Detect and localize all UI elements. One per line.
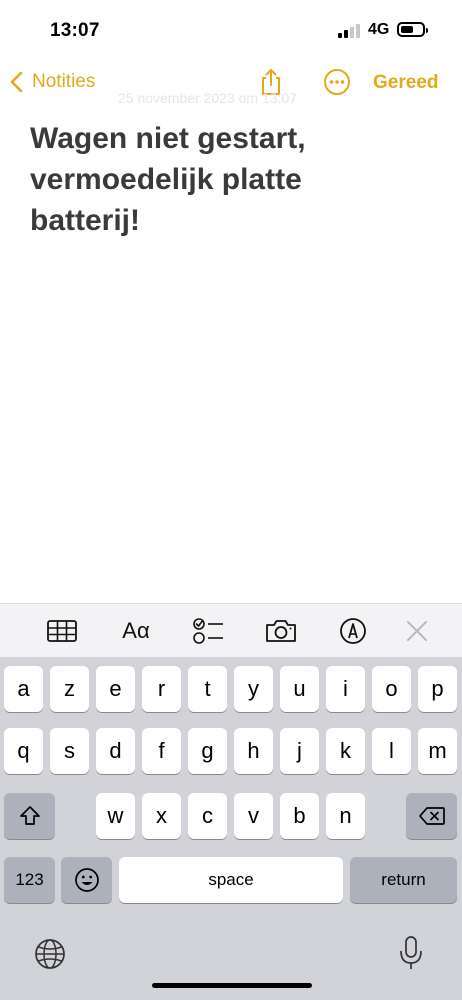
key-y[interactable]: y [234, 666, 273, 712]
key-j[interactable]: j [280, 728, 319, 774]
checklist-icon [193, 618, 223, 644]
key-v[interactable]: v [234, 793, 273, 839]
camera-icon [266, 620, 296, 642]
note-title-line: vermoedelijk platte [30, 163, 302, 196]
key-d[interactable]: d [96, 728, 135, 774]
delete-key[interactable] [406, 793, 457, 839]
signal-icon [338, 22, 360, 38]
key-n[interactable]: n [326, 793, 365, 839]
key-r[interactable]: r [142, 666, 181, 712]
markup-pen-icon [340, 618, 366, 644]
text-style-button[interactable]: Aα [118, 617, 154, 645]
back-label: Notities [32, 71, 96, 92]
home-indicator [152, 983, 312, 988]
table-button[interactable] [46, 617, 78, 645]
note-date: 25 november 2023 om 13:07 [118, 90, 298, 106]
key-p[interactable]: p [418, 666, 457, 712]
shift-key[interactable] [4, 793, 55, 839]
numbers-key[interactable]: 123 [4, 857, 55, 903]
space-key[interactable]: space [119, 857, 343, 903]
note-title[interactable]: Wagen niet gestart, vermoedelijk platte … [30, 118, 435, 241]
key-s[interactable]: s [50, 728, 89, 774]
close-toolbar-button[interactable] [404, 617, 430, 645]
emoji-key[interactable] [61, 857, 112, 903]
markup-button[interactable] [338, 617, 368, 645]
key-k[interactable]: k [326, 728, 365, 774]
camera-button[interactable] [264, 617, 298, 645]
more-button[interactable] [321, 66, 353, 98]
keyboard: a z e r t y u i o p q s d f g h j k l m … [0, 657, 462, 1000]
key-q[interactable]: q [4, 728, 43, 774]
note-title-line: Wagen niet gestart, [30, 122, 306, 155]
emoji-icon [74, 868, 99, 892]
globe-button[interactable] [34, 938, 66, 975]
key-o[interactable]: o [372, 666, 411, 712]
close-icon [407, 621, 427, 641]
key-t[interactable]: t [188, 666, 227, 712]
key-c[interactable]: c [188, 793, 227, 839]
key-z[interactable]: z [50, 666, 89, 712]
microphone-icon [400, 936, 422, 969]
ellipsis-circle-icon [324, 69, 350, 95]
back-button[interactable]: Notities [8, 68, 95, 96]
battery-icon [397, 22, 428, 37]
key-a[interactable]: a [4, 666, 43, 712]
shift-arrow-icon [19, 806, 40, 825]
key-h[interactable]: h [234, 728, 273, 774]
status-time: 13:07 [50, 20, 100, 41]
backspace-icon [418, 807, 445, 825]
dictation-button[interactable] [398, 935, 424, 976]
status-bar: 13:07 4G [0, 0, 462, 56]
key-l[interactable]: l [372, 728, 411, 774]
key-m[interactable]: m [418, 728, 457, 774]
key-x[interactable]: x [142, 793, 181, 839]
format-toolbar: Aα [0, 603, 462, 658]
key-w[interactable]: w [96, 793, 135, 839]
key-i[interactable]: i [326, 666, 365, 712]
key-g[interactable]: g [188, 728, 227, 774]
key-f[interactable]: f [142, 728, 181, 774]
key-b[interactable]: b [280, 793, 319, 839]
checklist-button[interactable] [192, 617, 226, 645]
key-u[interactable]: u [280, 666, 319, 712]
globe-icon [35, 939, 65, 969]
key-e[interactable]: e [96, 666, 135, 712]
network-label: 4G [368, 21, 390, 38]
done-button[interactable]: Gereed [373, 72, 438, 94]
note-title-line: batterij! [30, 204, 141, 237]
chevron-left-icon [10, 71, 23, 93]
return-key[interactable]: return [350, 857, 457, 903]
table-icon [47, 620, 77, 642]
